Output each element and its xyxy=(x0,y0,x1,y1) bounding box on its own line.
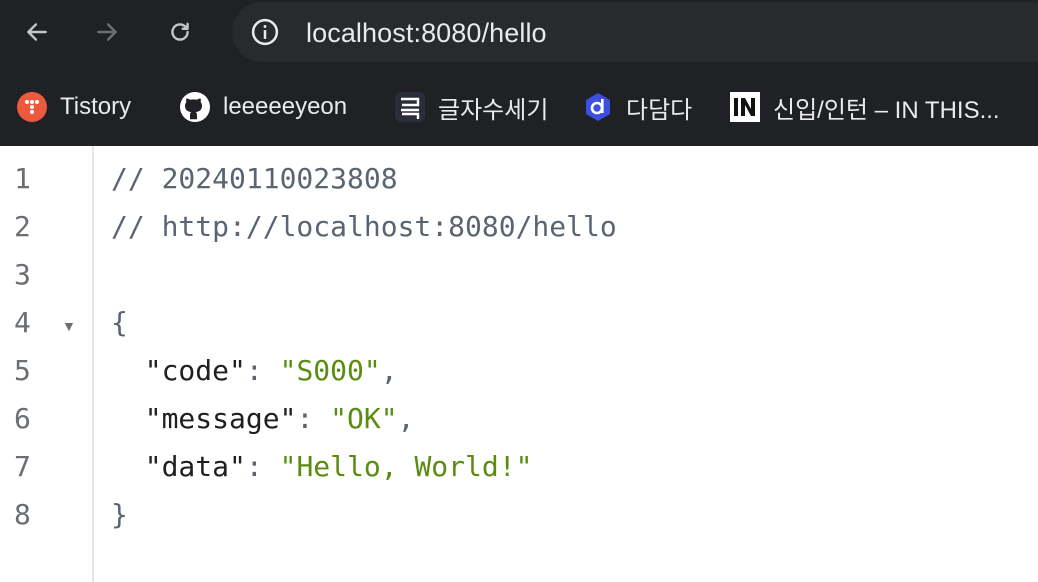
bookmark-tistory[interactable]: Tistory xyxy=(16,90,131,124)
bookmark-github[interactable]: leeeeeyeon xyxy=(179,90,347,124)
line-number: 1 xyxy=(14,162,31,195)
url-text[interactable]: localhost:8080/hello xyxy=(306,18,547,49)
inthis-icon xyxy=(729,91,761,123)
address-bar[interactable]: localhost:8080/hello xyxy=(232,2,1038,62)
json-value: "Hello, World!" xyxy=(279,450,533,483)
line-number: 8 xyxy=(14,498,31,531)
line-number: 7 xyxy=(14,450,31,483)
bookmark-label: 신입/인턴 – IN THIS... xyxy=(773,96,1000,124)
info-icon xyxy=(251,18,279,46)
json-value: "OK" xyxy=(330,402,398,435)
line-number: 2 xyxy=(14,210,31,243)
back-button[interactable] xyxy=(17,12,57,52)
json-field-data: "data": "Hello, World!" xyxy=(144,450,533,483)
fold-toggle[interactable]: ▼ xyxy=(62,318,76,334)
json-value: "S000" xyxy=(279,354,381,387)
reload-icon xyxy=(171,22,189,41)
json-field-message: "message": "OK", xyxy=(144,402,415,435)
bookmark-label: 다담다 xyxy=(626,96,693,124)
dadamda-icon xyxy=(582,91,614,123)
bookmarks-bar: Tistory leeeeeyeon 글자수세기 다담다 신입/인턴 – IN … xyxy=(0,64,1038,146)
comment-url: // http://localhost:8080/hello xyxy=(111,210,617,243)
json-key: "code" xyxy=(144,354,246,387)
tistory-icon xyxy=(16,91,48,123)
bookmark-label: Tistory xyxy=(60,93,132,120)
github-icon xyxy=(179,91,211,123)
line-number-gutter: 1 2 3 4 ▼ 5 6 7 8 xyxy=(0,146,94,582)
bookmark-letter-count[interactable]: 글자수세기 xyxy=(394,90,548,124)
bookmark-label: 글자수세기 xyxy=(438,96,549,124)
json-key: "message" xyxy=(144,402,297,435)
line-number: 4 xyxy=(14,306,31,339)
bookmark-label: leeeeeyeon xyxy=(223,93,348,120)
bookmark-dadamda[interactable]: 다담다 xyxy=(582,90,692,124)
forward-button[interactable] xyxy=(87,12,127,52)
line-number: 6 xyxy=(14,402,31,435)
bookmark-inthis[interactable]: 신입/인턴 – IN THIS... xyxy=(729,90,1000,124)
close-brace: } xyxy=(111,498,128,531)
arrow-right-icon xyxy=(97,23,117,41)
json-field-code: "code": "S000", xyxy=(144,354,398,387)
comment-timestamp: // 20240110023808 xyxy=(111,162,398,195)
site-info-button[interactable] xyxy=(250,17,280,47)
open-brace: { xyxy=(111,306,128,339)
reload-button[interactable] xyxy=(160,12,200,52)
json-viewer: 1 2 3 4 ▼ 5 6 7 8 // 20240110023808 // h… xyxy=(0,146,1038,582)
line-number: 5 xyxy=(14,354,31,387)
letter-count-icon xyxy=(394,91,426,123)
browser-toolbar: localhost:8080/hello xyxy=(0,0,1038,64)
line-number: 3 xyxy=(14,258,31,291)
arrow-left-icon xyxy=(27,23,47,41)
json-key: "data" xyxy=(144,450,246,483)
